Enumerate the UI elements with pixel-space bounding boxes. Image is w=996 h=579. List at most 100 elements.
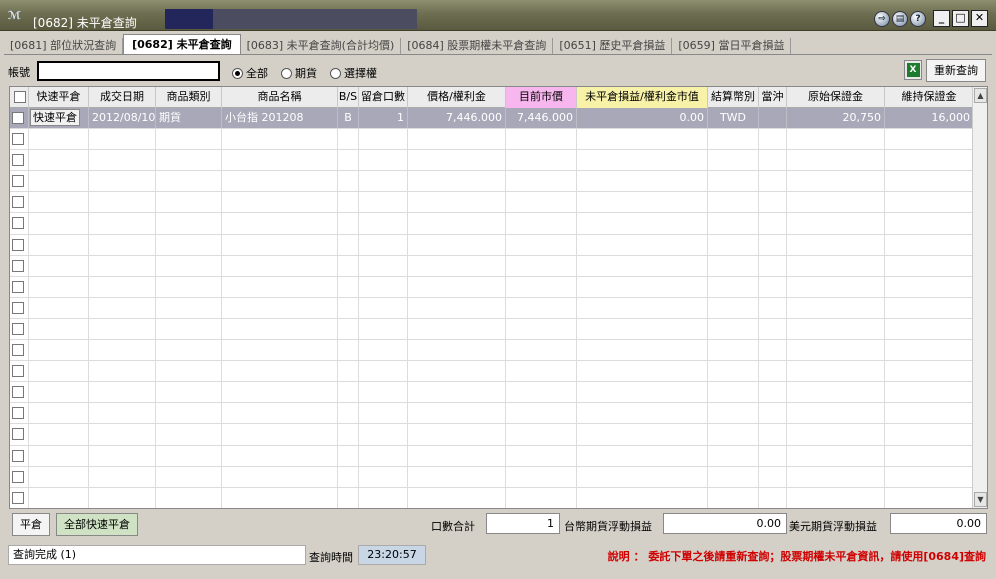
quick-close-button[interactable]: 快速平倉 <box>30 109 80 126</box>
row-checkbox[interactable] <box>12 428 24 441</box>
table-row[interactable]: 快速平倉 2012/08/10 期貨 小台指 201208 B 1 7,446.000 7,4… <box>10 108 974 130</box>
pnl-cell <box>577 234 708 255</box>
qty-cell <box>359 234 408 255</box>
bs-cell: B <box>338 108 359 129</box>
print-icon[interactable]: ▤ <box>892 11 908 27</box>
radio-options[interactable]: 選擇權 <box>330 65 377 81</box>
table-row[interactable] <box>10 213 974 235</box>
header-price[interactable]: 價格/權利金 <box>408 87 506 108</box>
pnl-cell <box>577 361 708 382</box>
table-row[interactable] <box>10 361 974 383</box>
tab-0683[interactable]: [0683] 未平倉查詢(合計均價) <box>241 38 402 55</box>
header-trade-date[interactable]: 成交日期 <box>89 87 156 108</box>
close-all-quick-button[interactable]: 全部快速平倉 <box>56 513 138 536</box>
row-checkbox[interactable] <box>12 112 24 124</box>
daytrade-cell <box>759 192 787 213</box>
row-checkbox[interactable] <box>12 344 24 357</box>
bs-cell <box>338 213 359 234</box>
table-row[interactable] <box>10 129 974 151</box>
account-input[interactable] <box>37 61 220 81</box>
tab-0684[interactable]: [0684] 股票期權未平倉查詢 <box>401 38 554 55</box>
table-row[interactable] <box>10 171 974 193</box>
table-row[interactable] <box>10 276 974 298</box>
minimize-button[interactable]: _ <box>933 10 950 27</box>
daytrade-cell <box>759 255 787 276</box>
header-product[interactable]: 商品名稱 <box>222 87 338 108</box>
table-row[interactable] <box>10 403 974 425</box>
table-row[interactable] <box>10 318 974 341</box>
row-checkbox[interactable] <box>12 280 24 293</box>
row-checkbox[interactable] <box>12 196 24 209</box>
daytrade-cell <box>759 297 787 318</box>
tab-0681[interactable]: [0681] 部位狀況查詢 <box>4 38 124 55</box>
row-checkbox[interactable] <box>12 407 24 420</box>
row-checkbox[interactable] <box>12 365 24 378</box>
header-daytrade[interactable]: 當沖 <box>759 87 787 108</box>
market-price-cell <box>506 445 577 466</box>
row-checkbox[interactable] <box>12 301 24 314</box>
row-checkbox[interactable] <box>12 449 24 462</box>
header-initial-margin[interactable]: 原始保證金 <box>787 87 885 108</box>
header-qty[interactable]: 留倉口數 <box>359 87 408 108</box>
radio-dot[interactable] <box>281 67 292 79</box>
tab-0651[interactable]: [0651] 歷史平倉損益 <box>553 38 673 55</box>
header-category[interactable]: 商品類別 <box>156 87 222 108</box>
requery-button[interactable]: 重新查詢 <box>926 59 986 82</box>
table-row[interactable] <box>10 255 974 277</box>
radio-dot-selected[interactable] <box>232 67 243 79</box>
row-checkbox[interactable] <box>12 217 24 230</box>
table-row[interactable] <box>10 487 974 508</box>
row-checkbox[interactable] <box>12 491 24 504</box>
table-row[interactable] <box>10 382 974 404</box>
row-checkbox[interactable] <box>12 322 24 335</box>
header-maintenance-margin[interactable]: 維持保證金 <box>885 87 974 108</box>
market-price-cell <box>506 276 577 297</box>
row-checkbox[interactable] <box>12 238 24 251</box>
export-icon[interactable]: ⇨ <box>874 11 890 27</box>
scroll-up-icon[interactable]: ▲ <box>974 88 987 103</box>
tab-0659[interactable]: [0659] 當日平倉損益 <box>672 38 792 55</box>
quick-close-cell <box>29 445 89 466</box>
row-checkbox[interactable] <box>12 133 24 146</box>
scroll-down-icon[interactable]: ▼ <box>974 492 987 507</box>
tab-0682[interactable]: [0682] 未平倉查詢 <box>123 34 241 55</box>
help-icon[interactable]: ? <box>910 11 926 27</box>
header-select-all[interactable] <box>10 87 29 108</box>
row-checkbox[interactable] <box>12 470 24 483</box>
close-position-button[interactable]: 平倉 <box>12 513 50 536</box>
tab-divider <box>4 54 992 55</box>
table-row[interactable] <box>10 340 974 362</box>
product-cell <box>222 466 338 487</box>
header-currency[interactable]: 結算幣別 <box>708 87 759 108</box>
radio-dot[interactable] <box>330 67 341 79</box>
row-checkbox[interactable] <box>12 175 24 188</box>
table-row[interactable] <box>10 297 974 319</box>
bs-cell <box>338 340 359 361</box>
bs-cell <box>338 403 359 424</box>
table-row[interactable] <box>10 424 974 446</box>
radio-all[interactable]: 全部 <box>232 65 268 81</box>
radio-futures[interactable]: 期貨 <box>281 65 317 81</box>
header-market-price[interactable]: 目前市價 <box>506 87 577 108</box>
select-all-checkbox[interactable] <box>14 91 26 103</box>
table-row[interactable] <box>10 234 974 256</box>
header-quick-close[interactable]: 快速平倉 <box>29 87 89 108</box>
row-checkbox[interactable] <box>12 259 24 272</box>
header-unrealized-pnl[interactable]: 未平倉損益/權利金市值 <box>577 87 708 108</box>
header-bs[interactable]: B/S <box>338 87 359 108</box>
table-row[interactable] <box>10 192 974 214</box>
table-row[interactable] <box>10 445 974 467</box>
vertical-scrollbar[interactable]: ▲ ▼ <box>972 87 987 508</box>
export-excel-button[interactable]: X <box>904 60 922 80</box>
table-row[interactable] <box>10 466 974 488</box>
close-button[interactable]: ✕ <box>971 10 988 27</box>
row-checkbox[interactable] <box>12 386 24 399</box>
maximize-button[interactable]: □ <box>952 10 969 27</box>
currency-cell <box>708 382 759 403</box>
category-cell <box>156 234 222 255</box>
initial-margin-cell <box>787 150 885 171</box>
market-price-cell <box>506 466 577 487</box>
category-cell <box>156 297 222 318</box>
table-row[interactable] <box>10 150 974 172</box>
row-checkbox[interactable] <box>12 154 24 167</box>
